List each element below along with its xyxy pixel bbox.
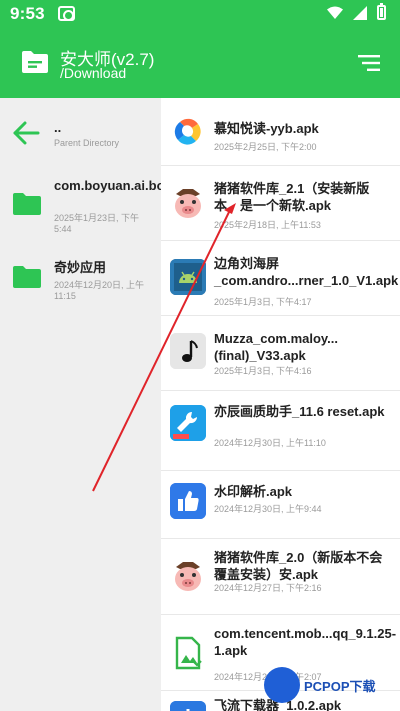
folder-item[interactable]: 奇妙应用 2024年12月20日, 上午11:15 [0, 243, 161, 318]
parent-dir-name: .. [54, 120, 62, 135]
pig-app-icon [175, 562, 201, 591]
download-app-icon [170, 701, 206, 711]
file-name: 慕知悦读-yyb.apk [214, 121, 319, 136]
back-arrow-icon [13, 121, 40, 145]
current-path: /Download [60, 65, 127, 81]
watermark: PCPOP下载 [264, 667, 394, 705]
file-name: 水印解析.apk [214, 484, 293, 499]
file-name: com.tencent.mob...qq_9.1.25-1.apk [214, 626, 397, 658]
file-date: 2025年1月3日, 下午4:17 [214, 297, 312, 307]
music-note-icon [170, 333, 206, 369]
watermark-text: PCPOP下载 [304, 679, 376, 694]
top-bar: 9:53 安大师(v2.7) /Download [0, 0, 400, 98]
folder-icon [13, 193, 41, 215]
folder-date: 2025年1月23日, 下午5:44 [54, 213, 140, 234]
folder-name: 奇妙应用 [54, 260, 107, 275]
app-bar: 安大师(v2.7) /Download [0, 28, 400, 98]
folder-date: 2024年12月20日, 上午11:15 [54, 280, 145, 301]
pig-app-icon [175, 189, 201, 218]
yyb-app-icon [170, 114, 206, 150]
directory-panel: .. Parent Directory com.boyuan.ai.book 2… [0, 98, 161, 711]
folder-icon [13, 266, 41, 288]
file-row[interactable]: 边角刘海屏_com.andro...rner_1.0_V1.apk 2025年1… [161, 241, 400, 316]
parent-directory-item[interactable]: .. Parent Directory [0, 98, 161, 168]
file-name: 猪猪软件库_2.1（安装新版本，是一个新软.apk [214, 181, 370, 213]
android-app-icon [170, 259, 206, 295]
signal-icon [353, 5, 367, 20]
apk-file-icon [170, 635, 206, 671]
screen-recorder-icon [58, 6, 75, 21]
file-date: 2024年12月30日, 上午9:44 [214, 504, 322, 514]
status-bar: 9:53 [0, 0, 400, 28]
parent-dir-label: Parent Directory [54, 138, 120, 148]
file-name: Muzza_com.maloy...(final)_V33.apk [214, 331, 339, 363]
file-row[interactable]: Muzza_com.maloy...(final)_V33.apk 2025年1… [161, 316, 400, 391]
folder-name: com.boyuan.ai.book [54, 178, 161, 193]
file-name: 猪猪软件库_2.0（新版本不会覆盖安装）安.apk [214, 550, 383, 582]
folder-item[interactable]: com.boyuan.ai.book 2025年1月23日, 下午5:44 [0, 168, 161, 243]
battery-icon [377, 3, 386, 20]
file-list: 慕知悦读-yyb.apk 2025年2月25日, 下午2:00 猪猪软件库_2.… [161, 98, 400, 711]
folder-icon [22, 51, 48, 73]
sort-icon[interactable] [358, 54, 380, 72]
file-date: 2024年12月30日, 上午11:10 [214, 438, 326, 448]
file-name: 边角刘海屏_com.andro...rner_1.0_V1.apk [214, 256, 399, 288]
file-date: 2025年1月3日, 下午4:16 [214, 366, 312, 376]
file-row[interactable]: 猪猪软件库_2.0（新版本不会覆盖安装）安.apk 2024年12月27日, 下… [161, 539, 400, 615]
status-icons [327, 3, 386, 20]
watermark-logo-icon [264, 667, 300, 703]
file-name: 亦辰画质助手_11.6 reset.apk [214, 404, 385, 419]
wifi-icon [327, 6, 343, 19]
file-date: 2024年12月27日, 下午2:16 [214, 583, 322, 593]
file-date: 2025年2月18日, 上午11:53 [214, 220, 321, 230]
file-row[interactable]: 水印解析.apk 2024年12月30日, 上午9:44 [161, 471, 400, 539]
file-row[interactable]: 慕知悦读-yyb.apk 2025年2月25日, 下午2:00 [161, 98, 400, 166]
file-row[interactable]: 猪猪软件库_2.1（安装新版本，是一个新软.apk 2025年2月18日, 上午… [161, 166, 400, 241]
thumbs-up-icon [170, 483, 206, 519]
file-row[interactable]: 亦辰画质助手_11.6 reset.apk 2024年12月30日, 上午11:… [161, 391, 400, 471]
status-time: 9:53 [10, 4, 45, 23]
tool-app-icon [170, 405, 206, 441]
file-date: 2025年2月25日, 下午2:00 [214, 142, 317, 152]
